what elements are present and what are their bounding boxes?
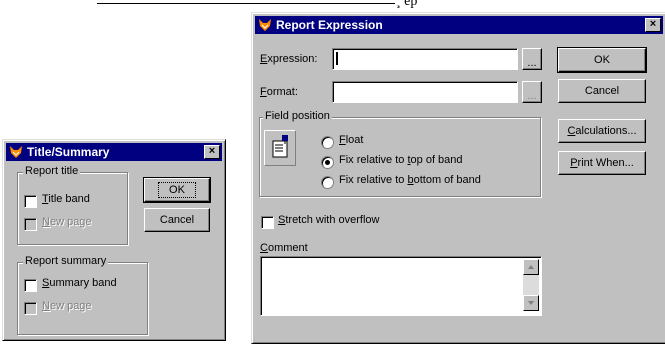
calculations-button[interactable]: Calculations... bbox=[558, 119, 646, 143]
ok-button[interactable]: OK bbox=[143, 177, 211, 203]
cancel-button[interactable]: Cancel bbox=[144, 208, 210, 232]
title-summary-titlebar[interactable]: Title/Summary × bbox=[6, 143, 222, 161]
title-new-page-label: New page bbox=[42, 216, 92, 228]
comment-scrollbar[interactable] bbox=[523, 259, 539, 311]
scroll-up-button[interactable] bbox=[523, 259, 539, 275]
ok-button[interactable]: OK bbox=[557, 47, 647, 73]
title-new-page-checkbox[interactable] bbox=[24, 218, 37, 231]
format-input[interactable] bbox=[332, 81, 518, 103]
stretch-overflow-checkbox[interactable] bbox=[261, 216, 274, 229]
summary-new-page-label: New page bbox=[42, 300, 92, 312]
cancel-button[interactable]: Cancel bbox=[558, 79, 646, 103]
up-arrow-icon bbox=[528, 265, 534, 269]
title-band-label[interactable]: Title band bbox=[42, 193, 90, 205]
title-band-checkbox[interactable] bbox=[24, 195, 37, 208]
scroll-down-button[interactable] bbox=[523, 295, 539, 311]
ok-button-label: OK bbox=[158, 182, 196, 198]
report-title-group: Report title Title band New page bbox=[17, 165, 128, 245]
fix-top-label[interactable]: Fix relative to top of band bbox=[339, 154, 463, 166]
fix-bottom-radio[interactable] bbox=[321, 176, 334, 189]
report-summary-group-label: Report summary bbox=[23, 255, 109, 267]
title-summary-dialog: Title/Summary × Report title Title band … bbox=[2, 139, 226, 341]
fox-app-icon bbox=[258, 18, 272, 32]
fox-app-icon bbox=[9, 145, 23, 159]
field-position-group: Field position Float Fix relative to top… bbox=[259, 110, 541, 197]
fix-bottom-label[interactable]: Fix relative to bottom of band bbox=[339, 174, 481, 186]
summary-new-page-checkbox[interactable] bbox=[24, 302, 37, 315]
summary-band-label[interactable]: Summary band bbox=[42, 277, 117, 289]
close-icon[interactable]: × bbox=[204, 145, 220, 159]
background-text-fragment: ¸ ep bbox=[396, 0, 418, 9]
down-arrow-icon bbox=[528, 301, 534, 305]
report-summary-group: Report summary Summary band New page bbox=[17, 255, 148, 335]
float-label[interactable]: Float bbox=[339, 134, 363, 146]
format-label: Format: bbox=[260, 86, 298, 98]
float-radio[interactable] bbox=[321, 136, 334, 149]
text-caret bbox=[336, 52, 338, 65]
stretch-overflow-label[interactable]: Stretch with overflow bbox=[278, 214, 380, 226]
radio-selected-dot bbox=[325, 160, 330, 165]
expression-label: Expression: bbox=[260, 53, 318, 65]
report-expression-dialog: Report Expression × Expression: ... Form… bbox=[251, 12, 665, 344]
expression-browse-button[interactable]: ... bbox=[522, 48, 542, 70]
field-position-icon bbox=[264, 130, 296, 166]
summary-band-checkbox[interactable] bbox=[24, 279, 37, 292]
background-rule bbox=[97, 3, 395, 4]
report-expression-title: Report Expression bbox=[276, 18, 383, 32]
title-summary-title: Title/Summary bbox=[27, 145, 110, 159]
close-icon[interactable]: × bbox=[645, 18, 661, 32]
comment-textarea[interactable] bbox=[260, 256, 542, 316]
report-expression-titlebar[interactable]: Report Expression × bbox=[255, 16, 663, 34]
comment-label: Comment bbox=[260, 242, 308, 254]
field-position-label: Field position bbox=[263, 110, 332, 122]
print-when-button[interactable]: Print When... bbox=[558, 151, 646, 175]
expression-input[interactable] bbox=[332, 48, 518, 70]
format-browse-button[interactable]: ... bbox=[522, 81, 542, 103]
report-title-group-label: Report title bbox=[23, 165, 81, 177]
fix-top-radio[interactable] bbox=[321, 156, 334, 169]
